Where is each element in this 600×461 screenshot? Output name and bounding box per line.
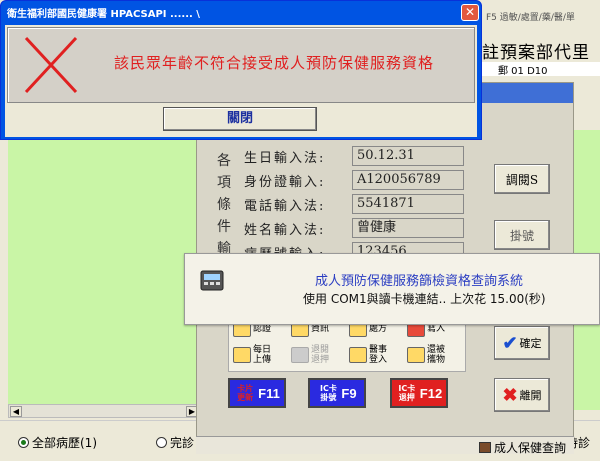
birthday-field-row: 生日輸入法: 50.12.31 — [244, 146, 464, 166]
radio-all-records[interactable]: 全部病歷(1) — [18, 434, 97, 451]
name-input[interactable]: 曾健康 — [352, 218, 464, 238]
return-items-icon — [407, 347, 425, 363]
side-label-char: 各 — [217, 153, 231, 169]
function-label: 退閱 退押 — [311, 345, 330, 365]
function-label: 還被 攜物 — [427, 345, 446, 365]
function-return-items[interactable]: 還被 攜物 — [407, 345, 445, 365]
background-toolbar-text: F5 過敏/處置/藥/醫/單 — [486, 13, 575, 23]
dialog-close-icon[interactable]: ✕ — [461, 4, 479, 21]
book-icon — [478, 442, 491, 453]
dialog-body: 該民眾年齡不符合接受成人預防保健服務資格 關閉 — [5, 25, 477, 137]
f9-ic-register-button[interactable]: IC卡 掛號 F9 — [308, 378, 366, 408]
radio-label: 全部病歷(1) — [32, 436, 97, 450]
call-button[interactable]: 調閱S — [494, 164, 550, 194]
error-dialog: 衛生福利部國民健康署 HPACSAPI ...... \ ✕ 該民眾年齡不符合接… — [0, 0, 482, 140]
close-dialog-button[interactable]: 關閉 — [163, 107, 317, 131]
side-label-char: 條 — [217, 197, 231, 213]
fkey-caption: 卡片 更新 — [237, 384, 254, 402]
fkey-caption: IC卡 退押 — [398, 384, 416, 402]
register-button[interactable]: 掛號 — [494, 220, 550, 250]
upload-icon — [233, 347, 251, 363]
name-field-row: 姓名輸入法: 曾健康 — [244, 218, 464, 238]
function-return[interactable]: 退閱 退押 — [291, 345, 329, 365]
function-staff-login[interactable]: 醫事 登入 — [349, 345, 387, 365]
x-icon: ✖ — [502, 384, 518, 406]
side-label-char: 件 — [217, 219, 231, 235]
birthday-input[interactable]: 50.12.31 — [352, 146, 464, 166]
query-status-strip: 成人保健查詢 — [196, 436, 574, 455]
leave-button[interactable]: ✖ 離開 — [494, 378, 550, 412]
radio-label: 完診 — [170, 436, 195, 450]
function-label: 醫事 登入 — [369, 345, 388, 365]
staff-login-icon — [349, 347, 367, 363]
id-field-row: 身份證輸入: A120056789 — [244, 170, 464, 190]
function-label: 處方 — [369, 324, 388, 334]
error-message: 該民眾年齡不符合接受成人預防保健服務資格 — [114, 54, 435, 72]
horizontal-scrollbar[interactable]: ◀ ▶ — [8, 404, 200, 418]
field-label: 生日輸入法: — [244, 150, 326, 166]
status-label: 成人保健查詢 — [493, 441, 566, 455]
error-x-icon — [24, 36, 78, 94]
function-label: 每日 上傳 — [253, 345, 272, 365]
f12-ic-return-button[interactable]: IC卡 退押 F12 — [390, 378, 448, 408]
dialog-title: 衛生福利部國民健康署 HPACSAPI ...... \ — [7, 9, 200, 20]
card-reader-toast: 成人預防保健服務篩檢資格查詢系統 使用 COM1與讀卡機連結.. 上次花 15.… — [184, 253, 600, 325]
radio-icon[interactable] — [18, 437, 29, 448]
fkey-label: F11 — [258, 385, 280, 401]
field-label: 身份證輸入: — [244, 174, 326, 190]
radio-icon[interactable] — [156, 437, 167, 448]
background-ribbon: 註預案部代里 — [482, 38, 600, 63]
return-icon — [291, 347, 309, 363]
background-ribbon-row: 郵 01 D10 — [482, 62, 600, 77]
phone-input[interactable]: 5541871 — [352, 194, 464, 214]
confirm-label: 確定 — [519, 337, 542, 350]
function-label: 認證 — [253, 324, 272, 334]
function-label: 寫入 — [427, 324, 446, 334]
checkmark-icon: ✔ — [502, 332, 518, 354]
toast-title: 成人預防保健服務篩檢資格查詢系統 — [315, 274, 524, 289]
id-number-input[interactable]: A120056789 — [352, 170, 464, 190]
function-daily-upload[interactable]: 每日 上傳 — [233, 345, 271, 365]
fkey-label: F9 — [341, 385, 357, 401]
field-label: 姓名輸入法: — [244, 222, 326, 238]
scroll-left-icon[interactable]: ◀ — [10, 406, 22, 417]
toast-detail: 使用 COM1與讀卡機連結.. 上次花 15.00(秒) — [303, 292, 546, 306]
field-label: 電話輸入法: — [244, 198, 326, 214]
confirm-button[interactable]: ✔ 確定 — [494, 326, 550, 360]
card-reader-icon — [200, 270, 224, 291]
side-label-char: 項 — [217, 175, 231, 191]
f11-card-update-button[interactable]: 卡片 更新 F11 — [228, 378, 286, 408]
phone-field-row: 電話輸入法: 5541871 — [244, 194, 464, 214]
function-label: 資訊 — [311, 324, 330, 334]
fkey-caption: IC卡 掛號 — [319, 384, 337, 402]
fkey-label: F12 — [419, 385, 443, 401]
leave-label: 離開 — [519, 389, 542, 402]
message-panel: 該民眾年齡不符合接受成人預防保健服務資格 — [7, 27, 475, 103]
radio-completed[interactable]: 完診 — [156, 434, 194, 451]
